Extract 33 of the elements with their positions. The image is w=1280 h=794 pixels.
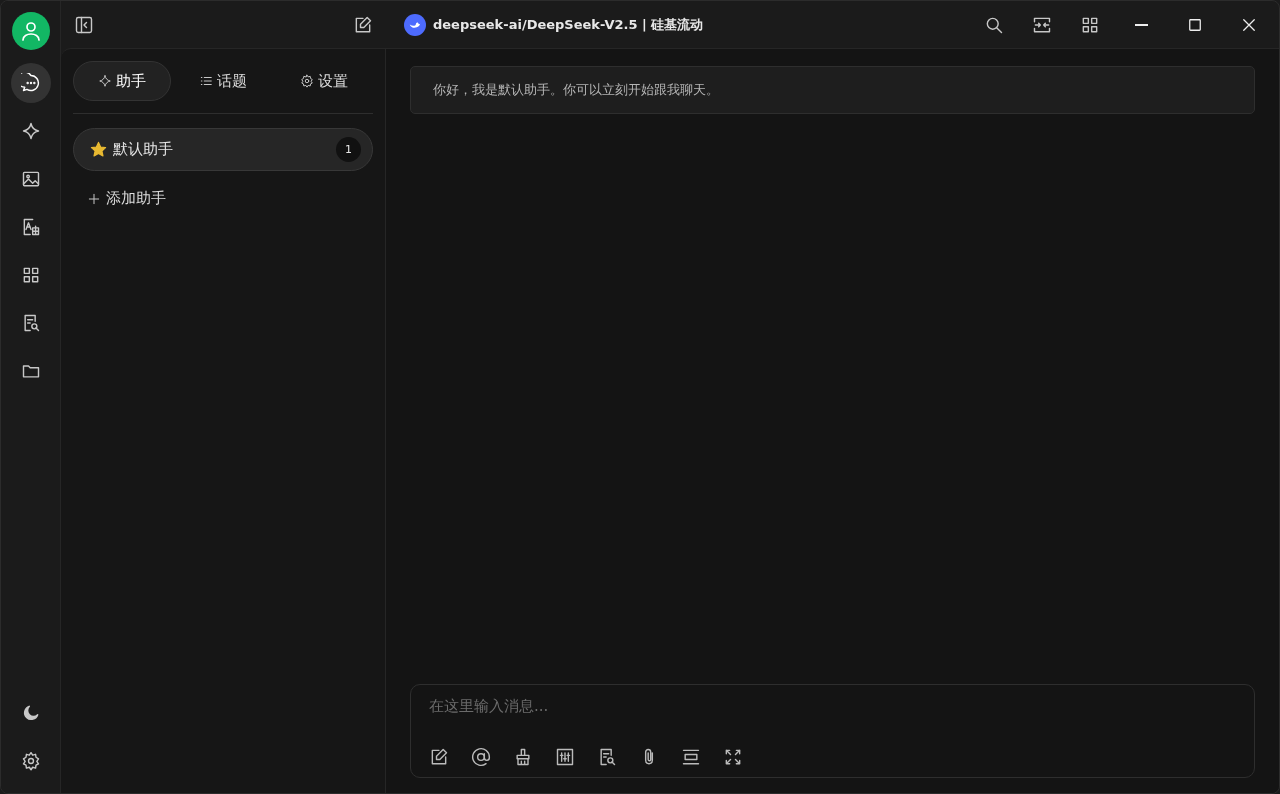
chat-bubble-icon bbox=[20, 73, 41, 93]
collapse-icon bbox=[681, 747, 701, 767]
broom-icon bbox=[513, 747, 533, 767]
minimize-icon bbox=[1134, 23, 1148, 26]
nav-button[interactable] bbox=[10, 63, 51, 103]
sidebar-icon bbox=[74, 14, 94, 35]
avatar[interactable] bbox=[11, 12, 50, 50]
list-icon bbox=[199, 74, 213, 88]
expand-icon bbox=[723, 747, 743, 767]
edit-icon bbox=[353, 14, 373, 35]
assistant-name: 默认助手 bbox=[113, 140, 174, 159]
topic-count: 1 bbox=[336, 137, 361, 162]
sparkle-icon bbox=[98, 74, 112, 88]
model-title[interactable]: deepseek-ai/DeepSeek-V2.5 | 硅基流动 bbox=[433, 15, 704, 34]
assistant-item[interactable]: 默认助手 1 bbox=[73, 128, 373, 171]
add-assistant-button[interactable]: 添加助手 bbox=[87, 189, 166, 208]
image-icon bbox=[20, 169, 41, 189]
document-search-icon bbox=[597, 747, 617, 767]
message-field[interactable]: 在这里输入消息... bbox=[410, 684, 1255, 778]
settings-icon bbox=[300, 74, 314, 88]
at-sign-icon bbox=[471, 747, 491, 767]
star-icon bbox=[90, 141, 107, 158]
message-bubble: 你好，我是默认助手。你可以立刻开始跟我聊天。 bbox=[410, 66, 1255, 114]
edit-icon bbox=[429, 747, 449, 767]
tab[interactable]: 设置 bbox=[275, 61, 373, 101]
plus-icon bbox=[87, 191, 101, 206]
mention-button[interactable] bbox=[469, 745, 493, 769]
sparkle-icon bbox=[20, 121, 41, 141]
settings-icon bbox=[20, 751, 41, 771]
tab[interactable]: 助手 bbox=[73, 61, 171, 101]
tab[interactable]: 话题 bbox=[174, 61, 272, 101]
sliders-icon bbox=[555, 747, 575, 767]
message-input[interactable]: 在这里输入消息... bbox=[427, 695, 1238, 745]
